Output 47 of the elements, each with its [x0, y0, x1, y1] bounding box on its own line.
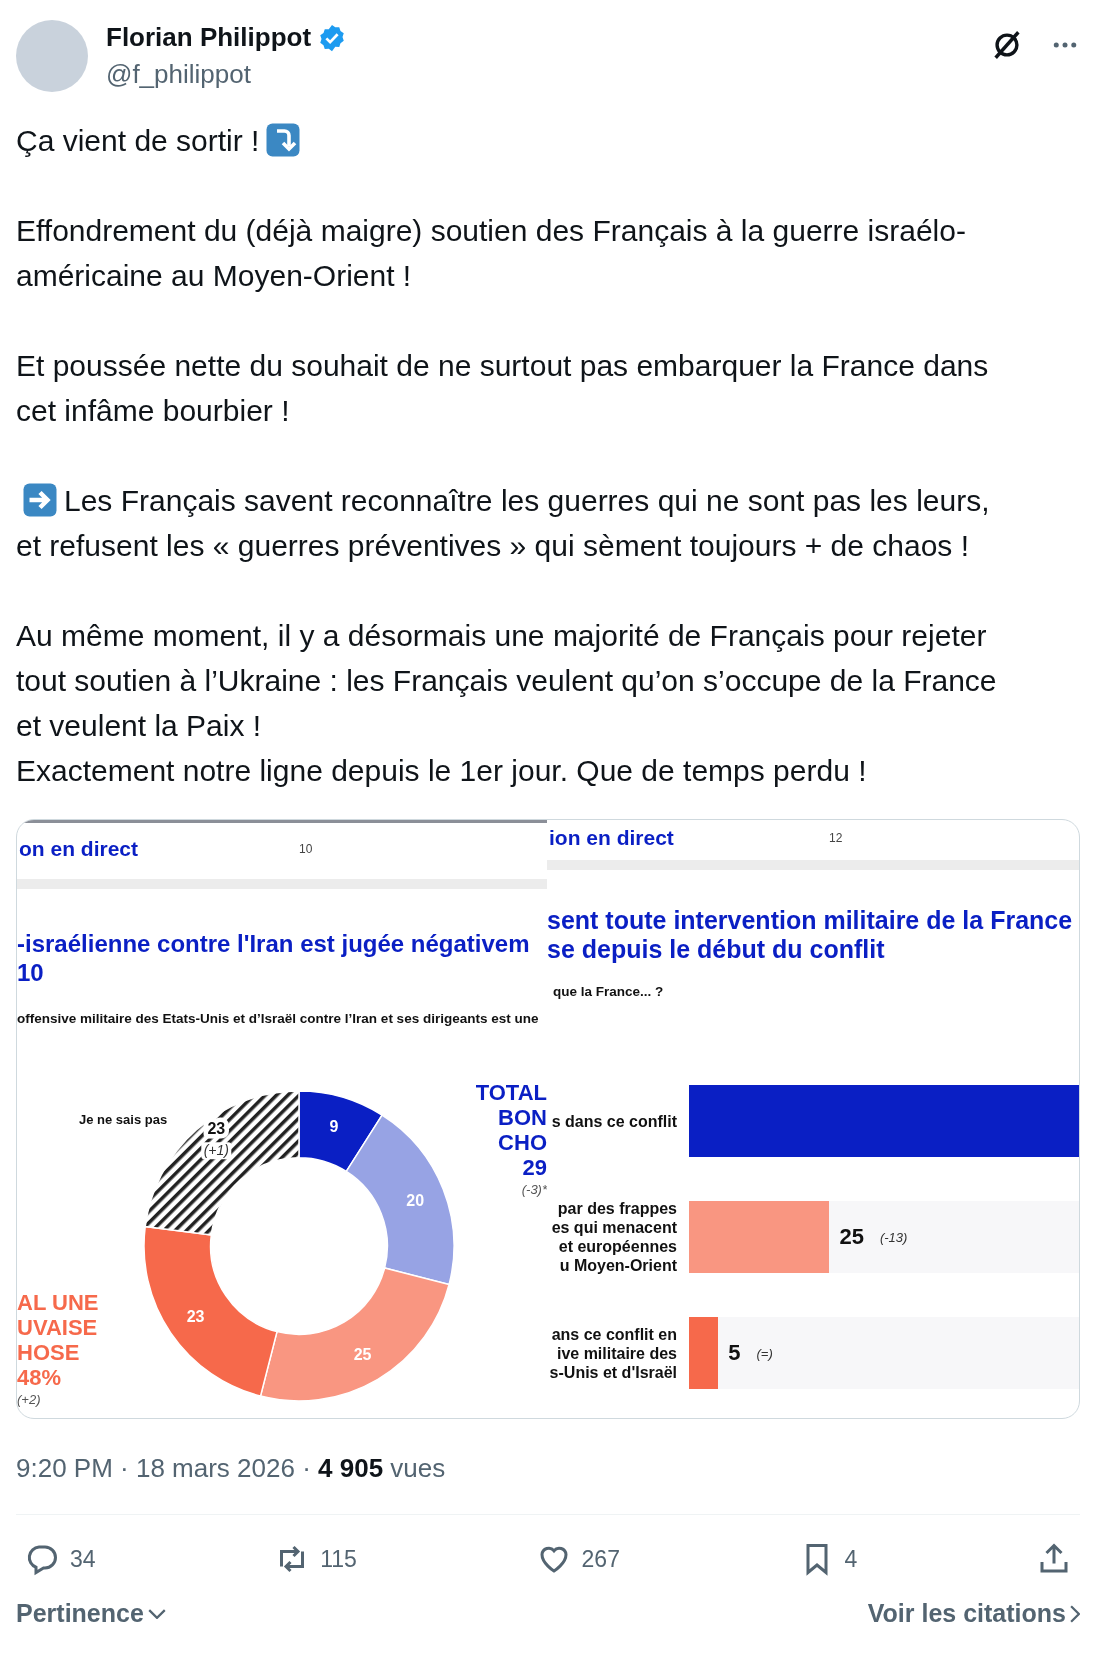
- quotes-link[interactable]: Voir les citations: [867, 1599, 1080, 1628]
- slice-value: 9: [329, 1118, 339, 1135]
- total-label: 48%: [17, 1365, 62, 1390]
- total-label: 29: [522, 1155, 547, 1180]
- slide-title: sent toute intervention militaire de la France se depuis le début du conflit: [547, 906, 1074, 964]
- repost-button[interactable]: 115: [274, 1541, 357, 1577]
- bookmark-button[interactable]: 4: [798, 1541, 858, 1577]
- total-label: HOSE: [17, 1340, 80, 1365]
- author-handle[interactable]: @f_philippot: [106, 59, 348, 90]
- chevron-down-icon: [147, 1608, 166, 1619]
- slice-value: 20: [406, 1192, 425, 1209]
- chevron-right-icon: [1070, 1604, 1080, 1623]
- like-button[interactable]: 267: [535, 1541, 620, 1577]
- slice-value: 25: [353, 1345, 372, 1363]
- change-label: (+2): [17, 1391, 41, 1409]
- change-label: (-3)*: [521, 1181, 547, 1199]
- slice-label: Je ne sais pas: [79, 1112, 168, 1127]
- page-number: 12: [829, 831, 843, 845]
- bar-value: 25: [839, 1224, 864, 1250]
- total-label: BON: [498, 1105, 547, 1130]
- answer-label: s dans ce conflit: [550, 1111, 678, 1131]
- post-paragraph: Au même moment, il y a désormais une majorité de Français pour rejeter tout soutien à l’Ukraine : les Français veulent qu’on s’occupe de la France et veulent la Paix ! Exactement notre ligne depuis le 1er jour. Que de temps perdu !: [16, 618, 998, 789]
- post-paragraph: Et poussée nette du souhait de ne surtout pas embarquer la France dans cet infâme bourbier !: [16, 348, 990, 429]
- post-timestamp: 9:20 PM · 18 mars 2026 · 4 905 vues: [16, 1453, 447, 1484]
- post-paragraph: Les Français savent reconnaître les guerres qui ne sont pas les leurs, et refusent les « guerres préventives » qui sèment toujours + de chaos !: [16, 481, 991, 564]
- change-label: (+1): [201, 1142, 232, 1160]
- total-label: UVAISE: [17, 1315, 98, 1340]
- slide-title: -israélienne contre l'Iran est jugée négativem 10: [17, 929, 531, 987]
- post-paragraph: Effondrement du (déjà maigre) soutien des Français à la guerre israélo- américaine au Moyen-Orient !: [16, 213, 967, 294]
- slide-header: ion en direct: [549, 826, 675, 850]
- question-text: que la France... ?: [553, 984, 665, 999]
- slide-header: on en direct: [19, 837, 140, 861]
- page-number: 10: [299, 842, 313, 856]
- change-label: (=): [756, 1345, 773, 1361]
- answer-label: ans ce conflit en ive militaire des s-Unis et d'Israël: [548, 1324, 678, 1382]
- post-paragraph: Ça vient de sortir !: [16, 118, 1080, 163]
- question-text: offensive militaire des Etats-Unis et d’Israël contre l’Iran et ses dirigeants est une: [17, 1011, 540, 1026]
- author-name[interactable]: Florian Philippot: [106, 22, 312, 53]
- total-label: TOTAL: [475, 1080, 547, 1105]
- sort-dropdown[interactable]: Pertinence: [16, 1599, 166, 1628]
- reply-button[interactable]: 34: [24, 1541, 96, 1577]
- total-label: CHO: [498, 1130, 547, 1155]
- total-label: AL UNE: [17, 1290, 99, 1315]
- bar-value: 5: [728, 1340, 741, 1366]
- change-label: (-13): [879, 1229, 908, 1245]
- slice-value: 23: [186, 1308, 205, 1326]
- answer-label: par des frappes es qui menacent et européennes u Moyen-Orient: [550, 1199, 678, 1275]
